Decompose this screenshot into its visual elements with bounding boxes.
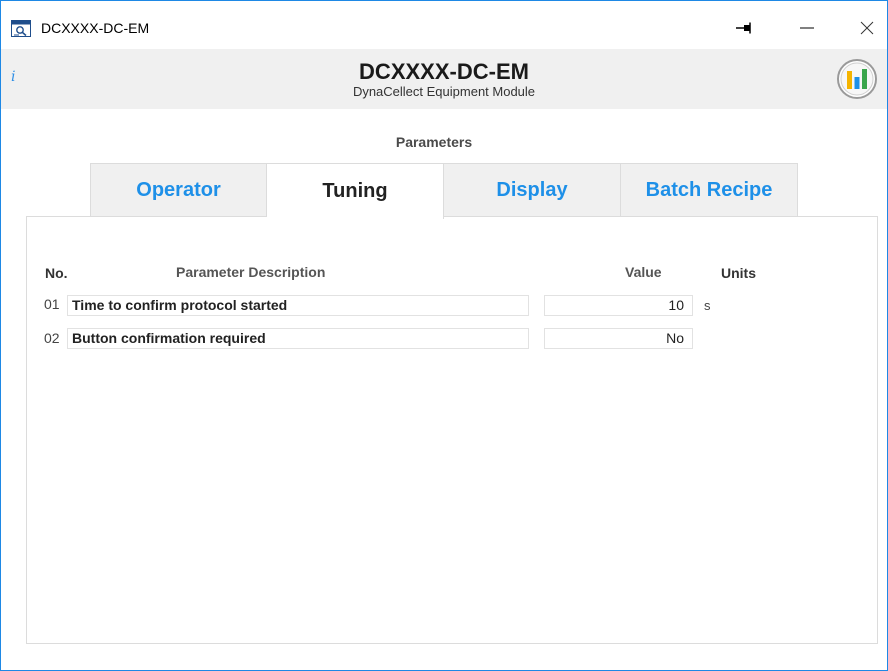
parameter-value-field[interactable]: No (544, 328, 693, 349)
window-title: DCXXXX-DC-EM (41, 20, 150, 36)
module-title: DCXXXX-DC-EM (359, 59, 529, 84)
tab-batch-recipe[interactable]: Batch Recipe (621, 163, 798, 217)
column-header-value: Value (625, 264, 662, 280)
parameter-description: Button confirmation required (67, 328, 529, 349)
module-header: i DCXXXX-DC-EM DynaCellect Equipment Mod… (1, 49, 887, 109)
title-bar[interactable]: DCXXXX-DC-EM (1, 1, 887, 49)
row-number: 02 (44, 330, 60, 346)
column-header-units: Units (721, 265, 756, 281)
row-number: 01 (44, 296, 60, 312)
module-subtitle: DynaCellect Equipment Module (352, 84, 536, 99)
parameter-value-field[interactable]: 10 (544, 295, 693, 316)
pin-icon (736, 22, 751, 34)
tab-operator[interactable]: Operator (90, 163, 267, 217)
app-icon (11, 20, 31, 37)
parameter-description: Time to confirm protocol started (67, 295, 529, 316)
section-title: Parameters (395, 134, 473, 150)
close-button[interactable] (847, 11, 887, 45)
pin-button[interactable] (725, 11, 765, 45)
tab-bar: Operator Tuning Display Batch Recipe (90, 163, 798, 219)
close-icon (860, 21, 874, 35)
tab-display[interactable]: Display (444, 163, 621, 217)
column-header-no: No. (45, 265, 68, 281)
parameter-unit: s (704, 298, 711, 313)
bar-chart-icon[interactable] (836, 58, 878, 100)
tab-tuning[interactable]: Tuning (267, 163, 444, 219)
minimize-icon (800, 27, 814, 29)
app-window: DCXXXX-DC-EM i DCXXXX-DC-EM DynaCellect … (0, 0, 888, 671)
column-header-description: Parameter Description (176, 264, 326, 280)
minimize-button[interactable] (787, 11, 827, 45)
